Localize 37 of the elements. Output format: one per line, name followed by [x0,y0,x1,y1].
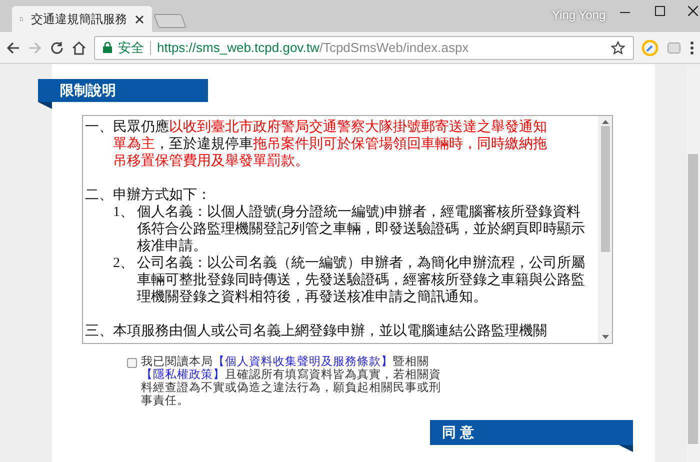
ribbon-fold [619,445,633,452]
list-marker: 二、 [85,187,113,205]
list-marker: 一、 [85,119,113,137]
extension-icon[interactable] [642,40,658,56]
home-icon[interactable] [72,40,86,54]
scrollbar-thumb[interactable] [600,126,610,252]
close-icon[interactable] [135,14,144,24]
back-icon[interactable] [6,40,20,54]
checkbox[interactable] [127,358,137,368]
policy-link[interactable]: 【隱私權政策】 [141,369,225,381]
scroll-up-icon[interactable] [602,120,608,124]
maximize-icon[interactable] [655,6,665,16]
tab-title: 交通違規簡訊服務 [31,11,127,28]
policy-link[interactable]: 【個人資料收集聲明及服務條款】 [213,356,393,368]
terms-paragraph: 個人名義：以個人證號(身分證統一編號)申辦者，經電腦審核所登錄資料係符合公路監理機關登記列管之車輛，即發送驗證碼，並於網頁即時顯示核准申請。 [137,204,585,255]
address-bar[interactable]: 安全 https://sms_web.tcpd.gov.tw/TcpdSmsWeb/index.aspx [94,36,634,60]
terms-paragraph: 公司名義：以公司名義（統一編號）申辦者，為簡化申辦流程，公司所屬車輛可整批登錄同時傳送，先發送驗證碼，經審核所登錄之車籍與公路監理機關登錄之資料相符後，再發送核准申請之簡訊通知。 [137,255,585,306]
terms-paragraph: 申辦方式如下： [113,187,212,204]
star-icon[interactable] [611,40,625,54]
list-marker: 2、 [113,255,135,273]
lock-icon [103,42,112,53]
terms-paragraph: 本項服務由個人或公司名義上網登錄申辦，並以電腦連結公路監理機關 [113,323,548,340]
agree-button[interactable]: 同 意 [430,420,633,445]
list-marker: 1、 [113,204,135,222]
ribbon-fold [38,102,52,109]
section-title: 限制說明 [38,79,208,102]
consent-text: 我已閱讀本局【個人資料收集聲明及服務條款】暨相關 【隱私權政策】且確認所有填寫資料皆為真實，若相關資料經查證為不實或偽造之違法行為，願負起相關民事或刑事責任。 [141,356,441,408]
security-label: 安全 [118,38,144,57]
close-icon[interactable] [688,6,698,16]
reload-icon[interactable] [50,40,64,54]
scrollbar-thumb[interactable] [688,154,698,444]
menu-icon[interactable] [690,40,694,54]
browser-tab[interactable]: 交通違規簡訊服務 [12,6,152,32]
list-marker: 三、 [85,323,113,340]
url-text: https://sms_web.tcpd.gov.tw/TcpdSmsWeb/index.aspx [157,38,470,57]
scroll-down-icon[interactable] [602,335,608,339]
terms-paragraph: 民眾仍應以收到臺北市政府警局交通警察大隊掛號郵寄送達之舉發通知單為主，至於違規停車拖吊案件則可於保管場領回車輛時，同時繳納拖吊移置保管費用及舉發單罰款。 [113,119,548,170]
